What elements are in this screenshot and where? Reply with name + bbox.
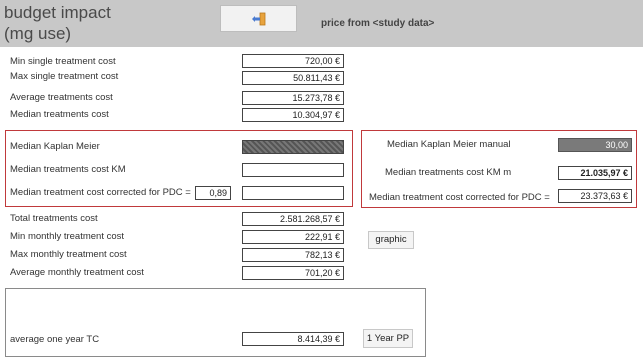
median-cost-pdc-field[interactable] [242,186,344,200]
max-single-cost-label: Max single treatment cost [10,71,119,82]
total-treatments-cost-label: Total treatments cost [10,213,98,224]
average-one-year-label: average one year TC [10,334,100,345]
average-treatments-cost-label: Average treatments cost [10,92,113,103]
median-km-manual-field[interactable]: 30,00 [558,138,632,152]
median-cost-pdc-manual-field[interactable]: 23.373,63 € [558,189,632,203]
median-km-field[interactable] [242,140,344,154]
median-km-label: Median Kaplan Meier [10,141,100,152]
median-treatments-cost-field[interactable]: 10.304,97 € [242,108,344,122]
median-treatments-cost-label: Median treatments cost [10,109,109,120]
exit-button[interactable] [220,5,297,32]
pdc-factor-field[interactable]: 0,89 [195,186,231,200]
min-single-cost-field[interactable]: 720,00 € [242,54,344,68]
total-treatments-cost-field[interactable]: 2.581.268,57 € [242,212,344,226]
one-year-pp-button[interactable]: 1 Year PP [363,329,413,348]
price-source-label: price from <study data> [321,18,435,29]
min-monthly-cost-field[interactable]: 222,91 € [242,230,344,244]
median-cost-pdc-manual-label: Median treatment cost corrected for PDC … [369,192,550,203]
average-treatments-cost-field[interactable]: 15.273,78 € [242,91,344,105]
median-km-manual-label: Median Kaplan Meier manual [387,139,511,150]
average-monthly-cost-field[interactable]: 701,20 € [242,266,344,280]
median-cost-km-m-label: Median treatments cost KM m [385,167,512,178]
min-single-cost-label: Min single treatment cost [10,56,116,67]
median-cost-km-m-field[interactable]: 21.035,97 € [558,166,632,180]
graphic-button[interactable]: graphic [368,231,414,249]
page-title: budget impact (mg use) [4,3,111,43]
max-single-cost-field[interactable]: 50.811,43 € [242,71,344,85]
average-monthly-cost-label: Average monthly treatment cost [10,267,144,278]
average-one-year-field[interactable]: 8.414,39 € [242,332,344,346]
max-monthly-cost-field[interactable]: 782,13 € [242,248,344,262]
exit-door-arrow-icon [252,12,266,26]
max-monthly-cost-label: Max monthly treatment cost [10,249,127,260]
median-cost-km-label: Median treatments cost KM [10,164,126,175]
median-cost-km-field[interactable] [242,163,344,177]
min-monthly-cost-label: Min monthly treatment cost [10,231,125,242]
median-cost-pdc-label: Median treatment cost corrected for PDC … [10,187,191,198]
